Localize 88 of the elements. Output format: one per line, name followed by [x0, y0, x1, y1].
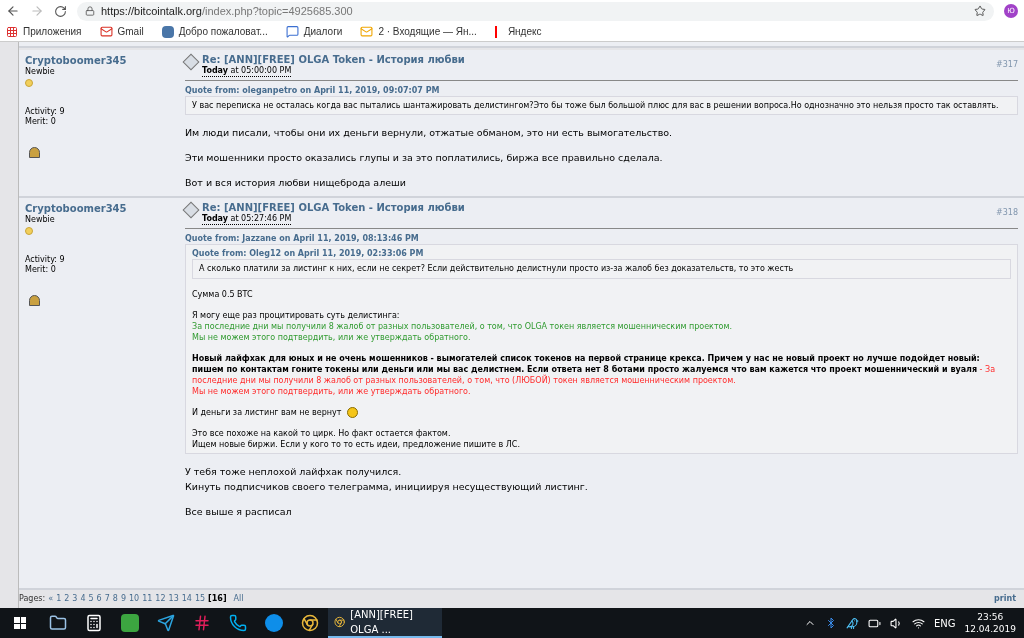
- post-date: Today at 05:00:00 PM: [202, 66, 292, 77]
- bookmark-link[interactable]: 2 · Входящие — Ян...: [360, 24, 477, 39]
- quote-header-link[interactable]: Quote from: Oleg12 on April 11, 2019, 02:33:06 PM: [192, 248, 1011, 259]
- smiley-icon: [347, 407, 359, 418]
- quote-text: За последние дни мы получили 8 жалоб от разных пользователей, о том, что OLGA токен является мошенническим проектом.: [192, 321, 734, 332]
- paper-plane-icon[interactable]: [157, 614, 175, 632]
- print-link[interactable]: print: [994, 593, 1016, 605]
- page-link[interactable]: 8: [112, 593, 118, 605]
- bookmark-link[interactable]: Приложения: [6, 24, 82, 39]
- page-link[interactable]: 4: [80, 593, 86, 605]
- windows-logo-icon: [14, 617, 26, 629]
- reload-icon[interactable]: [54, 4, 67, 18]
- bookmark-link[interactable]: Добро пожаловат...: [161, 24, 268, 39]
- square-logo-icon: [161, 25, 174, 38]
- address-bar[interactable]: https://bitcointalk.org/index.php?topic=4925685.300: [77, 1, 994, 21]
- page-link[interactable]: 2: [64, 593, 70, 605]
- quote-text: А сколько платили за листинг к них, если не секрет? Если действительно делистнули просто из-за жалоб без доказательств, то это жесть: [199, 264, 794, 273]
- activity-count: Activity: 9: [25, 107, 66, 117]
- quote-header-link[interactable]: Quote from: Jazzane on April 11, 2019, 08:13:46 PM: [185, 233, 1018, 244]
- merit-count: Merit: 0: [25, 117, 57, 127]
- quote-text: Сумма 0.5 BTC: [192, 289, 254, 300]
- bird-icon[interactable]: [845, 616, 859, 630]
- browser-icon: [334, 615, 346, 629]
- clock[interactable]: 23:56 12.04.2019: [964, 611, 1016, 635]
- post-paragraph: Им люди писали, чтобы они их деньги вернули, отжатые обманом, это ни есть вымогательство.: [185, 126, 674, 140]
- post-paragraph: Вот и вся история любви нищеброда алеши: [185, 176, 407, 190]
- author-link[interactable]: Cryptoboomer345: [25, 202, 185, 215]
- post-title-link[interactable]: Re: [ANN][FREE] OLGA Token - История любви: [202, 54, 996, 66]
- pages-label: Pages:: [19, 593, 46, 605]
- chat-icon: [285, 25, 299, 38]
- page-link[interactable]: 13: [168, 593, 179, 605]
- quote-text: Я могу еще раз процитировать суть делистинга:: [192, 310, 401, 321]
- post-number-link[interactable]: #317: [996, 59, 1018, 71]
- hash-icon[interactable]: [193, 614, 211, 632]
- page-link[interactable]: 11: [142, 593, 153, 605]
- folder-icon[interactable]: [49, 614, 67, 632]
- page-link[interactable]: 3: [72, 593, 78, 605]
- page-link[interactable]: 7: [104, 593, 110, 605]
- member-rank: Newbie: [25, 215, 55, 225]
- mail-icon: [99, 25, 113, 38]
- author-link[interactable]: Cryptoboomer345: [25, 54, 185, 67]
- post-paragraph: У тебя тоже неплохой лайфхак получился. Кинуть подписчиков своего телеграмма, инициируя несуществующий листинг.: [185, 465, 589, 494]
- previous-page-link[interactable]: «: [48, 593, 54, 605]
- page-link[interactable]: 6: [96, 593, 102, 605]
- merit-count: Merit: 0: [25, 265, 57, 275]
- quote-text: У вас переписка не осталась когда вас пытались шантажировать делистингом?Это бы тоже был большой плюс для вас в решении вопроса.Но однозначно это нельзя просто так оставлять.: [192, 100, 1000, 111]
- post-date: Today at 05:27:46 PM: [202, 214, 292, 225]
- lock-icon: [85, 6, 95, 16]
- page-link[interactable]: 14: [181, 593, 192, 605]
- wifi-icon[interactable]: [911, 616, 925, 630]
- quote-header-link[interactable]: Quote from: oleganpetro on April 11, 2019, 09:07:07 PM: [185, 85, 1018, 96]
- back-icon[interactable]: [6, 4, 20, 18]
- calculator-icon[interactable]: [85, 614, 103, 632]
- apps-icon: [6, 25, 18, 38]
- url-text: https://bitcointalk.org/index.php?topic=4925685.300: [101, 3, 353, 19]
- quote-text: Мы не можем этого подтвердить, или же утверждать обратного.: [192, 386, 472, 397]
- all-pages-link[interactable]: All: [233, 593, 244, 605]
- post-number-link[interactable]: #318: [996, 207, 1018, 219]
- page-link[interactable]: 1: [56, 593, 62, 605]
- browser-icon[interactable]: [301, 614, 319, 632]
- quote-text: Ищем новые биржи. Если у кого то то есть идеи, предложение пишите в ЛС.: [192, 439, 521, 450]
- quote-text: Новый лайфхак для юных и не очень мошенников - вымогателей список токенов на первой странице крекса. Причем у нас не новый проект но лучше подойдет новый: пишем по контактам гоните токены или деньги или мы вас делистнем. Если ответа нет 8 ботами просто жалуемся что вам кажется что проект мошеннический и вуаля - За последние дни мы получили 8 жалоб от разных пользователей, о том, что (ЛЮБОЙ) токен является мошенническим проектом.: [192, 353, 997, 386]
- rank-coin-icon: [25, 79, 33, 87]
- bookmark-star-icon[interactable]: [974, 5, 986, 17]
- post-paragraph: Эти мошенники просто оказались глупы и за это поплатились, биржа все правильно сделала.: [185, 151, 664, 165]
- volume-icon[interactable]: [889, 616, 903, 630]
- quote-text: Мы не можем этого подтвердить, или же утверждать обратного.: [192, 332, 472, 343]
- post-title-link[interactable]: Re: [ANN][FREE] OLGA Token - История любви: [202, 202, 996, 214]
- language-indicator[interactable]: ENG: [933, 615, 956, 631]
- taskbar-window-button[interactable]: [ANN][FREE] OLGA ...: [328, 608, 442, 638]
- app-tile-icon[interactable]: [121, 614, 139, 632]
- page-link[interactable]: 15: [194, 593, 206, 605]
- member-rank: Newbie: [25, 67, 55, 77]
- phone-icon[interactable]: [229, 614, 247, 632]
- page-link[interactable]: 5: [88, 593, 94, 605]
- quote-text: И деньги за листинг вам не вернут: [192, 408, 342, 417]
- page-link[interactable]: 12: [155, 593, 166, 605]
- envelope-icon: [360, 25, 374, 38]
- bookmark-link[interactable]: Gmail: [99, 24, 144, 39]
- page-link[interactable]: 9: [120, 593, 126, 605]
- rank-coin-icon: [25, 227, 33, 235]
- quote-text: Это все похоже на какой то цирк. Но факт остается фактом.: [192, 428, 452, 439]
- page-link[interactable]: 10: [129, 593, 140, 605]
- bookmark-link[interactable]: Диалоги: [285, 24, 343, 39]
- activity-count: Activity: 9: [25, 255, 66, 265]
- post-paragraph: Все выше я расписал: [185, 505, 293, 519]
- bookmark-link[interactable]: Яндекс: [494, 24, 542, 39]
- page-link[interactable]: [16]: [208, 593, 227, 605]
